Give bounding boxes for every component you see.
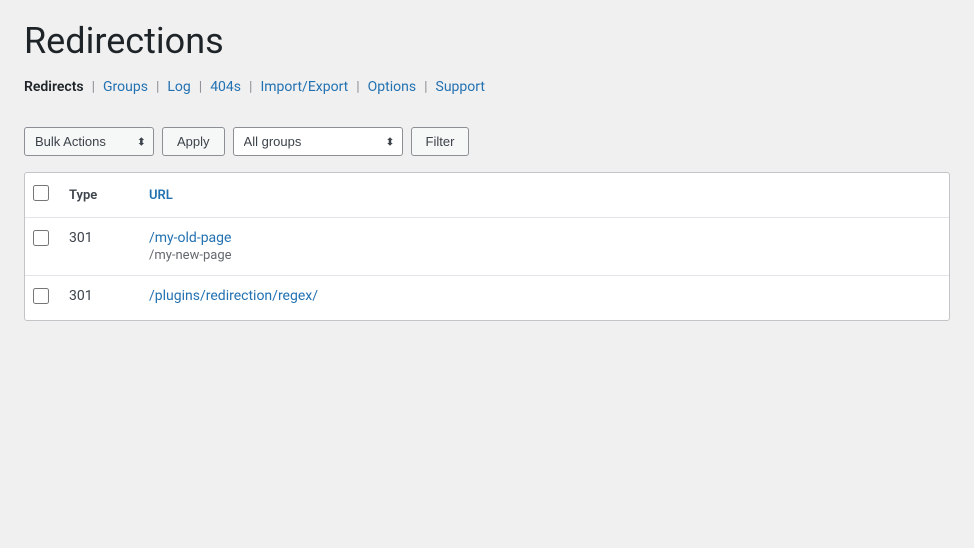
row-2-checkbox-cell <box>25 276 57 321</box>
nav-sep-6: | <box>424 79 427 95</box>
bulk-actions-wrapper: Bulk Actions <box>24 127 154 156</box>
row-1-source-url[interactable]: /my-old-page <box>149 230 937 246</box>
row-2-source-url[interactable]: /plugins/redirection/regex/ <box>149 288 937 304</box>
filter-button[interactable]: Filter <box>411 127 470 156</box>
row-2-url: /plugins/redirection/regex/ <box>137 276 949 321</box>
row-1-checkbox[interactable] <box>33 230 49 246</box>
groups-select[interactable]: All groups <box>233 127 403 156</box>
row-2-type: 301 <box>57 276 137 321</box>
tab-log[interactable]: Log <box>167 79 190 95</box>
redirects-table-container: Type URL 301 /my-old-page /my-new-page <box>24 172 950 321</box>
type-header: Type <box>57 173 137 218</box>
select-all-header <box>25 173 57 218</box>
tab-import-export[interactable]: Import/Export <box>260 79 348 95</box>
nav-sep-1: | <box>92 79 95 95</box>
row-1-url: /my-old-page /my-new-page <box>137 218 949 276</box>
select-all-checkbox[interactable] <box>33 185 49 201</box>
tab-support[interactable]: Support <box>436 79 485 95</box>
table-row: 301 /plugins/redirection/regex/ <box>25 276 949 321</box>
apply-button[interactable]: Apply <box>162 127 225 156</box>
tab-groups[interactable]: Groups <box>103 79 148 95</box>
groups-select-wrapper: All groups <box>233 127 403 156</box>
nav-tabs: Redirects | Groups | Log | 404s | Import… <box>24 79 950 95</box>
nav-sep-5: | <box>356 79 359 95</box>
tab-options[interactable]: Options <box>368 79 416 95</box>
nav-sep-3: | <box>199 79 202 95</box>
page-title: Redirections <box>24 20 950 63</box>
tab-redirects[interactable]: Redirects <box>24 79 84 95</box>
row-1-type: 301 <box>57 218 137 276</box>
bulk-actions-select[interactable]: Bulk Actions <box>24 127 154 156</box>
row-1-checkbox-cell <box>25 218 57 276</box>
row-1-target-url: /my-new-page <box>149 248 937 263</box>
tab-404s[interactable]: 404s <box>210 79 241 95</box>
nav-sep-4: | <box>249 79 252 95</box>
row-2-checkbox[interactable] <box>33 288 49 304</box>
redirects-table: Type URL 301 /my-old-page /my-new-page <box>25 173 949 320</box>
nav-sep-2: | <box>156 79 159 95</box>
url-header[interactable]: URL <box>137 173 949 218</box>
toolbar: Bulk Actions Apply All groups Filter <box>24 119 950 164</box>
table-row: 301 /my-old-page /my-new-page <box>25 218 949 276</box>
